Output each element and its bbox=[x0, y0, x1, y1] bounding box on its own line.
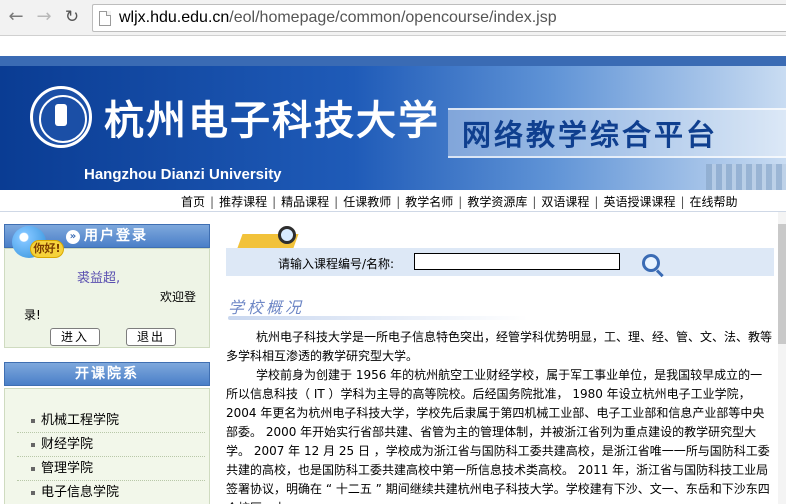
left-sidebar: » 用户登录 你好! 裘益超, 欢迎登 录! 进入 退出 开课院系 机械工程学院 … bbox=[0, 212, 212, 504]
reload-icon[interactable]: ↻ bbox=[62, 7, 82, 27]
course-search-input[interactable] bbox=[414, 253, 620, 270]
greeting-bubble: 你好! bbox=[30, 240, 64, 258]
main-content: 请输入课程编号/名称: 学校概况 杭州电子科技大学是一所电子信息特色突出，经管学… bbox=[214, 212, 786, 504]
platform-title: 网络教学综合平台 bbox=[462, 118, 719, 152]
school-overview-title: 学校概况 bbox=[228, 298, 305, 317]
section-underline bbox=[228, 316, 528, 320]
scrollbar-thumb[interactable] bbox=[778, 224, 786, 344]
url-host: wljx.hdu.edu.cn bbox=[119, 9, 230, 26]
nav-bilingual-courses[interactable]: 双语课程 bbox=[536, 195, 594, 209]
department-item[interactable]: 管理学院 bbox=[17, 457, 205, 481]
nav-recommended-courses[interactable]: 推荐课程 bbox=[214, 195, 272, 209]
main-nav-links: 首页 | 推荐课程 | 精品课程 | 任课教师 | 教学名师 | 教学资源库 | 双语课程 | 英语授课课程… bbox=[176, 193, 743, 210]
nav-teachers[interactable]: 任课教师 bbox=[338, 195, 396, 209]
search-icon[interactable] bbox=[642, 254, 660, 272]
overview-paragraph-1: 杭州电子科技大学是一所电子信息特色突出，经管学科优势明显，工、理、经、管、文、法… bbox=[226, 330, 773, 363]
vertical-scrollbar[interactable] bbox=[778, 212, 786, 504]
university-logo-icon bbox=[30, 86, 92, 148]
nav-quality-courses[interactable]: 精品课程 bbox=[276, 195, 334, 209]
building-decoration bbox=[706, 164, 786, 190]
book-magnifier-icon bbox=[237, 226, 300, 248]
department-item[interactable]: 机械工程学院 bbox=[17, 409, 205, 433]
login-panel-title: 用户登录 bbox=[84, 228, 148, 244]
address-bar[interactable]: wljx.hdu.edu.cn/eol/homepage/common/open… bbox=[92, 4, 786, 32]
school-name-en: Hangzhou Dianzi University bbox=[84, 166, 282, 183]
welcome-text-cont: 录! bbox=[24, 308, 41, 322]
nav-resource-library[interactable]: 教学资源库 bbox=[462, 195, 532, 209]
url-text[interactable]: wljx.hdu.edu.cn/eol/homepage/common/open… bbox=[119, 9, 557, 27]
welcome-text: 欢迎登 bbox=[160, 290, 197, 304]
nav-separator: | bbox=[680, 195, 685, 209]
back-arrow-icon[interactable]: ← bbox=[6, 7, 26, 27]
nav-famous-teachers[interactable]: 教学名师 bbox=[400, 195, 458, 209]
enter-button[interactable]: 进入 bbox=[50, 328, 100, 346]
search-label: 请输入课程编号/名称: bbox=[278, 257, 395, 271]
department-list: 机械工程学院 财经学院 管理学院 电子信息学院 bbox=[17, 409, 205, 504]
department-item[interactable]: 电子信息学院 bbox=[17, 481, 205, 504]
exit-button[interactable]: 退出 bbox=[126, 328, 176, 346]
page-icon bbox=[99, 11, 111, 26]
school-name-cn: 杭州电子科技大学 bbox=[104, 97, 440, 144]
header-banner: 杭州电子科技大学 Hangzhou Dianzi University 网络教学… bbox=[0, 66, 786, 190]
url-path: /eol/homepage/common/opencourse/index.js… bbox=[229, 9, 557, 26]
departments-panel-header: 开课院系 bbox=[4, 362, 210, 386]
main-nav: 首页 | 推荐课程 | 精品课程 | 任课教师 | 教学名师 | 教学资源库 | 双语课程 | 英语授课课程… bbox=[0, 190, 786, 212]
forward-arrow-icon[interactable]: → bbox=[34, 7, 54, 27]
nav-home[interactable]: 首页 bbox=[176, 195, 210, 209]
user-name[interactable]: 裘益超, bbox=[77, 267, 120, 286]
arrow-circle-icon: » bbox=[66, 230, 80, 244]
nav-online-help[interactable]: 在线帮助 bbox=[685, 195, 743, 209]
nav-english-courses[interactable]: 英语授课课程 bbox=[598, 195, 680, 209]
top-strip bbox=[0, 36, 786, 66]
magnifier-shape bbox=[278, 226, 296, 244]
departments-panel-title: 开课院系 bbox=[75, 366, 139, 382]
department-item[interactable]: 财经学院 bbox=[17, 433, 205, 457]
top-stripe bbox=[0, 56, 786, 66]
browser-toolbar: ← → ↻ wljx.hdu.edu.cn/eol/homepage/commo… bbox=[0, 0, 786, 36]
departments-panel: 机械工程学院 财经学院 管理学院 电子信息学院 bbox=[4, 388, 210, 504]
overview-paragraph-2: 学校前身为创建于 1956 年的杭州航空工业财经学校，属于军工事业单位，是我国较… bbox=[226, 368, 770, 504]
